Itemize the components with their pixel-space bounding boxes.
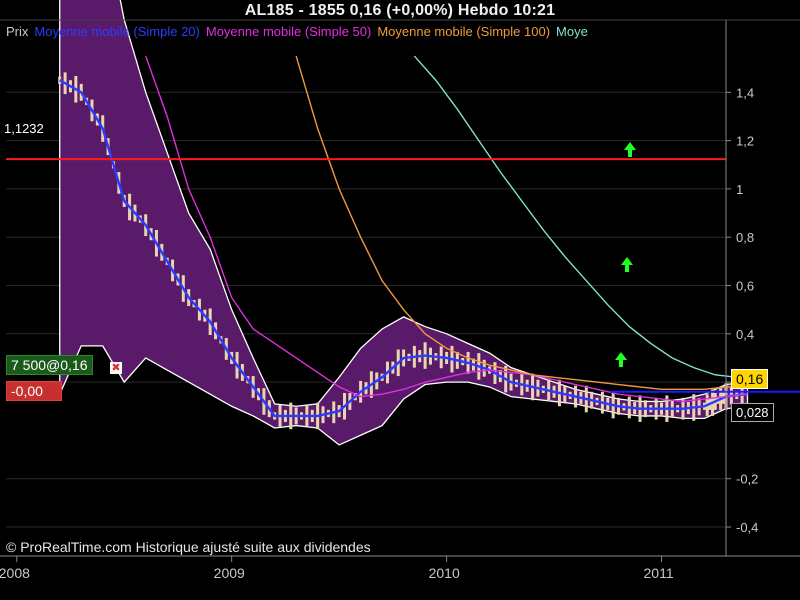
- chart-title: AL185 - 1855 0,16 (+0,00%) Hebdo 10:21: [244, 2, 556, 19]
- copyright-footer: © ProRealTime.com Historique ajusté suit…: [6, 539, 371, 555]
- indicator-legend: Prix Moyenne mobile (Simple 20) Moyenne mo…: [6, 24, 728, 42]
- legend-item-0[interactable]: Prix: [6, 24, 28, 39]
- ma-line-2: [295, 55, 748, 391]
- y-tick-label: -0,4: [736, 520, 758, 535]
- legend-item-3[interactable]: Moyenne mobile (Simple 100): [377, 24, 550, 39]
- y-tick-label: 0,4: [736, 327, 754, 342]
- legend-item-4[interactable]: Moye: [556, 24, 588, 39]
- legend-item-2[interactable]: Moyenne mobile (Simple 50): [206, 24, 371, 39]
- last-price-value: 0,16: [736, 371, 764, 387]
- x-tick-label: 2008: [0, 565, 30, 581]
- up-arrow-icon: [615, 352, 627, 367]
- price-chart: 1,41,210,80,60,40,2-0,2-0,42008200920102…: [0, 0, 800, 581]
- y-tick-label: 0,6: [736, 279, 754, 294]
- resistance-value: 1,1232: [4, 121, 44, 136]
- pnl-value: -0,00: [11, 383, 43, 399]
- ma-line-3: [413, 55, 759, 378]
- order-close-icon[interactable]: ✖: [110, 362, 122, 374]
- x-tick-label: 2011: [644, 565, 674, 581]
- legend-item-1[interactable]: Moyenne mobile (Simple 20): [34, 24, 199, 39]
- last-price-badge: 0,16: [731, 369, 769, 389]
- x-tick-label: 2009: [214, 565, 245, 581]
- up-arrow-icon: [624, 142, 636, 157]
- y-tick-label: 1,4: [736, 85, 754, 100]
- y-tick-label: 0,8: [736, 230, 754, 245]
- low-value-badge: 0,028: [731, 403, 774, 422]
- y-tick-label: 1,2: [736, 134, 754, 149]
- bollinger-envelope: [59, 0, 749, 446]
- up-arrow-icon: [621, 257, 633, 272]
- order-label: 7 500@0,16: [11, 357, 88, 373]
- pnl-badge: -0,00: [6, 381, 62, 401]
- x-tick-label: 2010: [429, 565, 460, 581]
- signal-arrows: [615, 142, 636, 367]
- y-tick-label: 1: [736, 182, 743, 197]
- order-badge[interactable]: 7 500@0,16: [6, 355, 93, 375]
- low-value: 0,028: [736, 405, 769, 420]
- bollinger-band: [59, 0, 749, 446]
- resistance-label: 1,1232: [4, 121, 44, 136]
- y-tick-label: -0,2: [736, 472, 758, 487]
